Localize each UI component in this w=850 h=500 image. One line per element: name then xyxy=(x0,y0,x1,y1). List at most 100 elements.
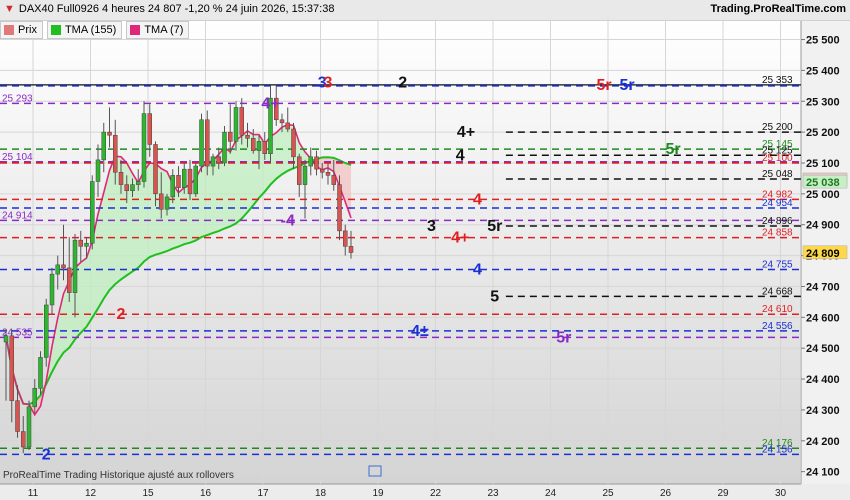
legend-swatch-icon xyxy=(4,25,14,35)
candle-body xyxy=(113,134,118,173)
y-tick-label: 24 500 xyxy=(806,343,840,355)
candle-body xyxy=(337,184,342,232)
x-tick-label: 15 xyxy=(142,488,154,499)
candle-body xyxy=(320,168,325,173)
level-annotation: 3 xyxy=(427,218,436,235)
level-label: 25 100 xyxy=(762,153,793,164)
candle-body xyxy=(205,119,210,167)
candle-body xyxy=(153,144,158,195)
candle-body xyxy=(245,134,250,139)
level-annotation: 2 xyxy=(117,306,126,323)
candle-body xyxy=(21,431,26,448)
candle-body xyxy=(182,168,187,188)
level-annotation: 2 xyxy=(42,446,51,463)
candle-body xyxy=(61,264,66,269)
candle-body xyxy=(193,165,198,195)
x-tick-label: 22 xyxy=(430,488,442,499)
y-tick-label: 24 300 xyxy=(806,405,840,417)
candle-body xyxy=(147,113,152,145)
level-annotation: 4+ xyxy=(457,124,475,141)
candle-body xyxy=(297,156,302,185)
chart-header: ▼ DAX40 Full0926 4 heures 24 807 -1,20 % … xyxy=(0,0,850,21)
price-tag-label: 25 038 xyxy=(806,177,840,189)
price-chart[interactable]: 11 12 15 16 17 18 19 22 23 24 25 26 29 3024 10024 200… xyxy=(0,0,850,500)
x-tick-label: 11 xyxy=(28,488,39,499)
candle-body xyxy=(118,171,124,185)
x-tick-label: 25 xyxy=(602,488,614,499)
candle-body xyxy=(331,175,336,185)
level-label: 24 610 xyxy=(762,304,793,315)
chart-legend: Prix TMA (155) TMA (7) xyxy=(0,21,190,39)
legend-swatch-icon xyxy=(130,25,141,35)
candle-body xyxy=(222,131,227,164)
y-tick-label: 25 100 xyxy=(806,158,840,170)
x-tick-label: 26 xyxy=(660,488,672,499)
level-label: 24 755 xyxy=(762,259,793,270)
level-annotation: -4 xyxy=(281,212,295,229)
legend-tma-155[interactable]: TMA (155) xyxy=(46,21,123,39)
level-annotation: 5r xyxy=(619,77,634,94)
y-tick-label: 24 700 xyxy=(806,281,840,293)
candle-body xyxy=(141,113,147,182)
candle-body xyxy=(9,335,14,401)
x-tick-label: 12 xyxy=(85,488,97,499)
y-tick-label: 25 200 xyxy=(806,127,840,139)
instrument-title: DAX40 Full0926 4 heures 24 807 -1,20 % 2… xyxy=(18,3,335,15)
candle-body xyxy=(325,171,331,176)
y-tick-label: 24 100 xyxy=(806,467,840,479)
x-tick-label: 18 xyxy=(315,488,327,499)
x-tick-label: 19 xyxy=(372,488,384,499)
candle-body xyxy=(164,196,170,210)
level-label: 24 954 xyxy=(762,198,793,209)
y-tick-label: 25 000 xyxy=(806,189,840,201)
candle-body xyxy=(44,304,49,358)
down-arrow-icon: ▼ xyxy=(4,3,15,15)
x-tick-label: 29 xyxy=(717,488,729,499)
candle-body xyxy=(101,131,106,161)
candle-body xyxy=(107,131,112,136)
x-tick-label: 24 xyxy=(545,488,557,499)
candle-body xyxy=(90,181,95,244)
level-annotation: 4 xyxy=(473,261,482,278)
level-annotation: 2 xyxy=(398,75,407,92)
level-annotation: 5r xyxy=(487,218,502,235)
ma-envelope xyxy=(161,168,167,254)
candle-body xyxy=(170,175,175,198)
ma-envelope xyxy=(230,140,236,227)
x-tick-label: 17 xyxy=(257,488,269,499)
level-label: 24 668 xyxy=(762,286,793,297)
candle-body xyxy=(38,357,43,389)
candle-body xyxy=(228,131,233,142)
candle-body xyxy=(343,230,348,247)
level-annotation: 5r xyxy=(665,141,680,158)
site-name[interactable]: Trading.ProRealTime.com xyxy=(710,3,846,15)
level-label: 24 914 xyxy=(2,210,33,221)
candle-body xyxy=(210,156,216,167)
legend-tma-7[interactable]: TMA (7) xyxy=(126,21,190,39)
y-tick-label: 25 300 xyxy=(806,96,840,108)
candle-body xyxy=(279,119,285,124)
level-annotation: 4 xyxy=(456,147,465,164)
x-tick-label: 16 xyxy=(200,488,212,499)
candle-body xyxy=(239,107,244,136)
candle-body xyxy=(256,141,262,151)
level-annotation: 3 xyxy=(324,75,333,92)
level-annotation: 4+ xyxy=(451,230,469,247)
chart-window: 11 12 15 16 17 18 19 22 23 24 25 26 29 30 24 100 24 200… xyxy=(0,0,850,500)
candle-body xyxy=(285,122,290,130)
ma-envelope xyxy=(126,162,133,276)
candle-body xyxy=(176,175,181,188)
legend-prix[interactable]: Prix xyxy=(0,21,43,39)
ma-envelope xyxy=(241,130,248,219)
level-label: 24 896 xyxy=(762,216,793,227)
candle-body xyxy=(55,264,60,275)
candle-body xyxy=(130,184,135,192)
candle-body xyxy=(3,335,9,343)
candle-body xyxy=(78,239,83,247)
candle-body xyxy=(136,181,141,185)
level-label: 24 156 xyxy=(762,444,793,455)
candle-body xyxy=(262,141,267,154)
y-tick-label: 25 400 xyxy=(806,65,840,77)
y-tick-label: 24 400 xyxy=(806,374,840,386)
candle-body xyxy=(216,156,221,164)
